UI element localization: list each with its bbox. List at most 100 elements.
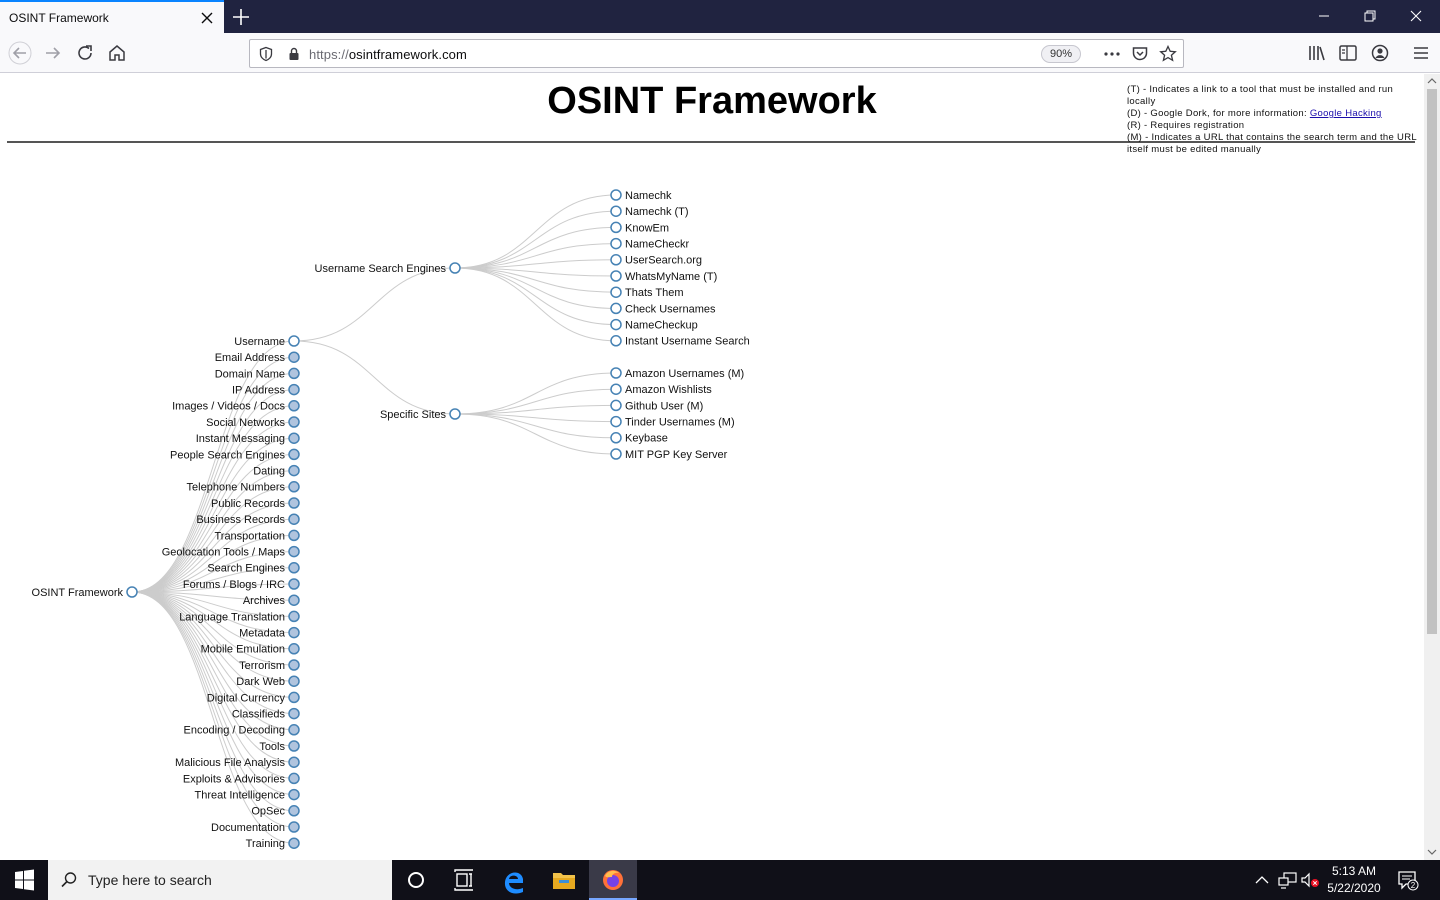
tree-node-circle[interactable] [288, 724, 300, 736]
category-node-exploits-advisories[interactable]: Exploits & Advisories [183, 772, 300, 785]
category-node-instant-messaging[interactable]: Instant Messaging [196, 432, 300, 445]
tree-node-circle[interactable] [288, 545, 300, 558]
tree-node-circle[interactable] [288, 659, 300, 671]
category-node-digital-currency[interactable]: Digital Currency [207, 691, 300, 704]
taskbar-search[interactable]: Type here to search [48, 860, 392, 900]
category-node-people-search-engines[interactable]: People Search Engines [170, 448, 300, 461]
category-node-dating[interactable]: Dating [253, 464, 300, 477]
tree-node-circle[interactable] [610, 286, 622, 298]
tree-node-circle[interactable] [610, 205, 622, 217]
tree-node-label[interactable]: Email Address [215, 352, 286, 364]
tree-node-label[interactable]: Forums / Blogs / IRC [183, 579, 285, 591]
category-node-username[interactable]: Username [234, 335, 300, 348]
category-node-encoding-decoding[interactable]: Encoding / Decoding [183, 724, 300, 737]
leaf-node[interactable]: WhatsMyName (T) [610, 270, 717, 283]
tree-node-label[interactable]: Namechk (T) [625, 206, 689, 218]
category-node-public-records[interactable]: Public Records [211, 497, 300, 510]
category-node-images-videos-docs[interactable]: Images / Videos / Docs [172, 400, 300, 413]
category-node-malicious-file-analysis[interactable]: Malicious File Analysis [175, 756, 300, 769]
tree-node-label[interactable]: Social Networks [206, 417, 285, 429]
tree-node-label[interactable]: Username Search Engines [315, 263, 447, 275]
leaf-node[interactable]: Github User (M) [610, 399, 703, 412]
tree-node-circle[interactable] [288, 756, 300, 768]
category-node-opsec[interactable]: OpSec [251, 805, 300, 818]
new-tab-icon[interactable] [230, 6, 252, 28]
tree-node-label[interactable]: NameCheckup [625, 319, 698, 331]
category-node-documentation[interactable]: Documentation [211, 821, 300, 834]
category-node-forums-blogs-irc[interactable]: Forums / Blogs / IRC [183, 578, 300, 591]
edge-icon[interactable] [490, 860, 538, 900]
category-node-telephone-numbers[interactable]: Telephone Numbers [187, 481, 300, 494]
tree-node-label[interactable]: Thats Them [625, 287, 684, 299]
tree-node-circle[interactable] [610, 237, 622, 250]
tree-node-label[interactable]: Instant Messaging [196, 433, 285, 445]
close-tab-icon[interactable] [198, 9, 216, 27]
tree-node-label[interactable]: Exploits & Advisories [183, 773, 286, 785]
tree-node-label[interactable]: Search Engines [207, 563, 285, 575]
leaf-node[interactable]: Instant Username Search [610, 335, 750, 348]
tree-node-circle[interactable] [288, 351, 300, 363]
subcategory-node-username-search-engines[interactable]: Username Search Engines [315, 262, 461, 275]
category-node-tools[interactable]: Tools [259, 740, 300, 753]
category-node-mobile-emulation[interactable]: Mobile Emulation [201, 643, 300, 656]
category-node-business-records[interactable]: Business Records [196, 513, 300, 526]
tree-node-circle[interactable] [288, 675, 300, 687]
tree-node-circle[interactable] [288, 367, 300, 380]
tree-node-label[interactable]: UserSearch.org [625, 255, 702, 267]
tree-node-circle[interactable] [288, 464, 300, 477]
tree-node-circle[interactable] [449, 408, 461, 420]
leaf-node[interactable]: Amazon Wishlists [610, 383, 712, 396]
tree-node-circle[interactable] [610, 189, 622, 201]
tree-node-label[interactable]: KnowEm [625, 222, 669, 234]
tree-node-circle[interactable] [288, 788, 300, 801]
reload-icon[interactable] [73, 41, 97, 65]
tree-node-circle[interactable] [610, 383, 622, 395]
tree-node-circle[interactable] [288, 400, 300, 412]
url-text[interactable]: https://osintframework.com [309, 47, 467, 62]
tree-node-label[interactable]: Training [246, 838, 285, 850]
tree-node-label[interactable]: Encoding / Decoding [183, 725, 285, 737]
tree-node-circle[interactable] [610, 254, 622, 266]
tree-node-label[interactable]: Metadata [239, 627, 286, 639]
tree-node-label[interactable]: Malicious File Analysis [175, 757, 286, 769]
account-icon[interactable] [1368, 41, 1392, 65]
tree-node-label[interactable]: Classifieds [232, 708, 286, 720]
url-bar[interactable]: https://osintframework.com 90% [249, 39, 1184, 68]
tree-node-label[interactable]: Tools [259, 741, 285, 753]
tree-node-circle[interactable] [288, 335, 300, 347]
task-view-icon[interactable] [440, 860, 488, 900]
category-node-search-engines[interactable]: Search Engines [207, 562, 300, 575]
category-node-terrorism[interactable]: Terrorism [239, 659, 300, 672]
category-node-archives[interactable]: Archives [243, 594, 300, 607]
scroll-down-icon[interactable] [1427, 848, 1437, 856]
tree-node-label[interactable]: People Search Engines [170, 449, 285, 461]
leaf-node[interactable]: NameCheckr [610, 237, 690, 250]
tree-node-label[interactable]: Images / Videos / Docs [172, 401, 285, 413]
lock-icon[interactable] [286, 46, 302, 62]
vertical-scrollbar[interactable] [1424, 74, 1440, 860]
tree-node-circle[interactable] [610, 432, 622, 444]
category-node-transportation[interactable]: Transportation [214, 529, 300, 542]
windows-start-icon[interactable] [0, 860, 48, 900]
leaf-node[interactable]: Keybase [610, 432, 668, 445]
tree-node-circle[interactable] [288, 481, 300, 493]
tree-node-label[interactable]: Amazon Wishlists [625, 384, 712, 396]
subcategory-node-specific-sites[interactable]: Specific Sites [380, 408, 461, 421]
leaf-node[interactable]: Check Usernames [610, 302, 716, 315]
firefox-taskbar-button[interactable] [589, 860, 637, 900]
tree-node-circle[interactable] [126, 586, 138, 598]
tree-node-circle[interactable] [288, 837, 300, 849]
tree-node-label[interactable]: IP Address [232, 384, 285, 396]
leaf-node[interactable]: MIT PGP Key Server [610, 448, 728, 461]
scrollbar-thumb[interactable] [1427, 89, 1437, 634]
tree-node-circle[interactable] [288, 578, 300, 590]
tree-node-circle[interactable] [449, 262, 461, 274]
tree-node-circle[interactable] [288, 383, 300, 396]
category-node-ip-address[interactable]: IP Address [232, 383, 300, 396]
leaf-node[interactable]: Thats Them [610, 286, 684, 299]
tree-node-label[interactable]: Amazon Usernames (M) [625, 368, 744, 380]
leaf-node[interactable]: Amazon Usernames (M) [610, 367, 744, 380]
tree-node-circle[interactable] [288, 416, 300, 428]
leaf-node[interactable]: KnowEm [610, 221, 669, 234]
tree-node-circle[interactable] [610, 448, 622, 460]
